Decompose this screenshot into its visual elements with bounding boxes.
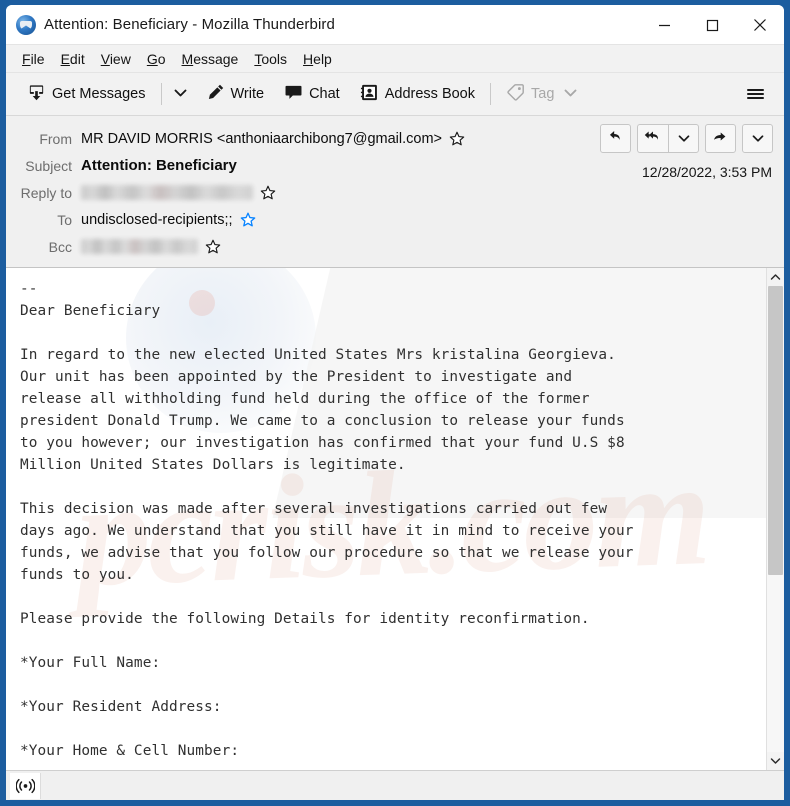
forward-button[interactable] [705, 124, 736, 153]
get-messages-label: Get Messages [52, 86, 146, 102]
message-action-buttons [600, 124, 773, 153]
title-bar: Attention: Beneficiary - Mozilla Thunder… [6, 5, 784, 45]
scrollbar-thumb[interactable] [768, 286, 783, 575]
broadcast-signal-icon[interactable] [10, 772, 40, 799]
address-book-button[interactable]: Address Book [353, 79, 482, 109]
reply-all-icon [644, 128, 663, 150]
subject-value: Attention: Beneficiary [81, 157, 237, 174]
toolbar-separator-1 [160, 83, 162, 105]
to-label: To [57, 211, 72, 228]
from-value[interactable]: MR DAVID MORRIS <anthoniaarchibong7@gmai… [81, 131, 442, 147]
main-toolbar: Get Messages Write Chat Address Book Tag [6, 73, 784, 116]
reply-all-dropdown[interactable] [668, 124, 699, 153]
tag-icon [506, 83, 525, 106]
menu-item-go[interactable]: Go [139, 48, 174, 70]
menu-item-tools[interactable]: Tools [246, 48, 295, 70]
message-scroll-area[interactable]: pcrisk.com -- Dear Beneficiary In regard… [6, 268, 766, 770]
subject-label: Subject [25, 157, 72, 174]
menu-item-message[interactable]: Message [174, 48, 247, 70]
header-row-to: To undisclosed-recipients;; [6, 206, 784, 233]
chevron-down-icon [770, 752, 781, 770]
bcc-value-wrap [81, 239, 221, 255]
reply-all-group [637, 124, 699, 153]
status-bar [6, 770, 784, 800]
star-filled-icon[interactable] [240, 212, 256, 228]
to-value-wrap: undisclosed-recipients;; [81, 212, 256, 228]
more-actions-dropdown[interactable] [742, 124, 773, 153]
menu-item-help[interactable]: Help [295, 48, 340, 70]
window-inner: Attention: Beneficiary - Mozilla Thunder… [6, 5, 784, 800]
message-date: 12/28/2022, 3:53 PM [642, 164, 772, 180]
reply-icon [607, 128, 624, 150]
maximize-icon[interactable] [688, 5, 736, 45]
tag-label: Tag [531, 86, 555, 102]
address-book-label: Address Book [384, 86, 475, 102]
star-outline-icon[interactable] [205, 239, 221, 255]
app-menu-button[interactable] [740, 79, 770, 109]
window-controls [640, 5, 784, 45]
chevron-down-icon [564, 86, 577, 102]
thunderbird-window: Attention: Beneficiary - Mozilla Thunder… [0, 0, 790, 806]
chat-label: Chat [309, 86, 340, 102]
bcc-value-redacted[interactable] [81, 239, 198, 254]
write-label: Write [230, 86, 265, 102]
chevron-down-icon [174, 85, 187, 103]
menu-item-file[interactable]: File [14, 48, 53, 70]
forward-arrow-icon [712, 128, 729, 150]
scroll-down-button[interactable] [767, 752, 784, 770]
star-outline-icon[interactable] [260, 185, 276, 201]
window-title: Attention: Beneficiary - Mozilla Thunder… [44, 16, 335, 33]
scrollbar-track[interactable] [767, 286, 784, 752]
inbox-download-icon [27, 83, 46, 106]
status-text [40, 772, 784, 799]
menu-item-view[interactable]: View [93, 48, 139, 70]
pencil-icon [207, 83, 225, 105]
close-icon[interactable] [736, 5, 784, 45]
body-vertical-scrollbar[interactable] [766, 268, 784, 770]
contact-card-icon [360, 83, 379, 106]
get-messages-button[interactable]: Get Messages [20, 79, 153, 109]
scroll-up-button[interactable] [767, 268, 784, 286]
tag-button[interactable]: Tag [499, 79, 584, 109]
reply-to-value-wrap [81, 185, 276, 201]
bcc-label: Bcc [48, 238, 72, 255]
speech-bubble-icon [284, 83, 303, 106]
reply-button[interactable] [600, 124, 631, 153]
get-messages-dropdown[interactable] [170, 79, 192, 109]
chat-button[interactable]: Chat [277, 79, 347, 109]
write-button[interactable]: Write [200, 79, 272, 109]
header-row-bcc: Bcc [6, 233, 784, 260]
from-label: From [39, 130, 72, 147]
header-row-reply-to: Reply to [6, 179, 784, 206]
toolbar-separator-2 [490, 83, 491, 105]
message-header: From MR DAVID MORRIS <anthoniaarchibong7… [6, 116, 784, 268]
star-outline-icon[interactable] [449, 131, 465, 147]
message-body-text: -- Dear Beneficiary In regard to the new… [20, 281, 634, 759]
reply-to-value-redacted[interactable] [81, 185, 253, 200]
chevron-up-icon [770, 268, 781, 286]
chevron-down-icon [752, 130, 764, 148]
from-value-wrap: MR DAVID MORRIS <anthoniaarchibong7@gmai… [81, 131, 465, 147]
hamburger-menu-icon [746, 87, 764, 101]
message-body-pane: pcrisk.com -- Dear Beneficiary In regard… [6, 268, 784, 770]
menu-bar: File Edit View Go Message Tools Help [6, 45, 784, 73]
reply-to-label: Reply to [20, 184, 72, 201]
minimize-icon[interactable] [640, 5, 688, 45]
thunderbird-logo-icon [16, 14, 36, 35]
menu-item-edit[interactable]: Edit [53, 48, 93, 70]
reply-all-button[interactable] [637, 124, 668, 153]
to-value[interactable]: undisclosed-recipients;; [81, 212, 233, 228]
chevron-down-icon [678, 130, 690, 148]
